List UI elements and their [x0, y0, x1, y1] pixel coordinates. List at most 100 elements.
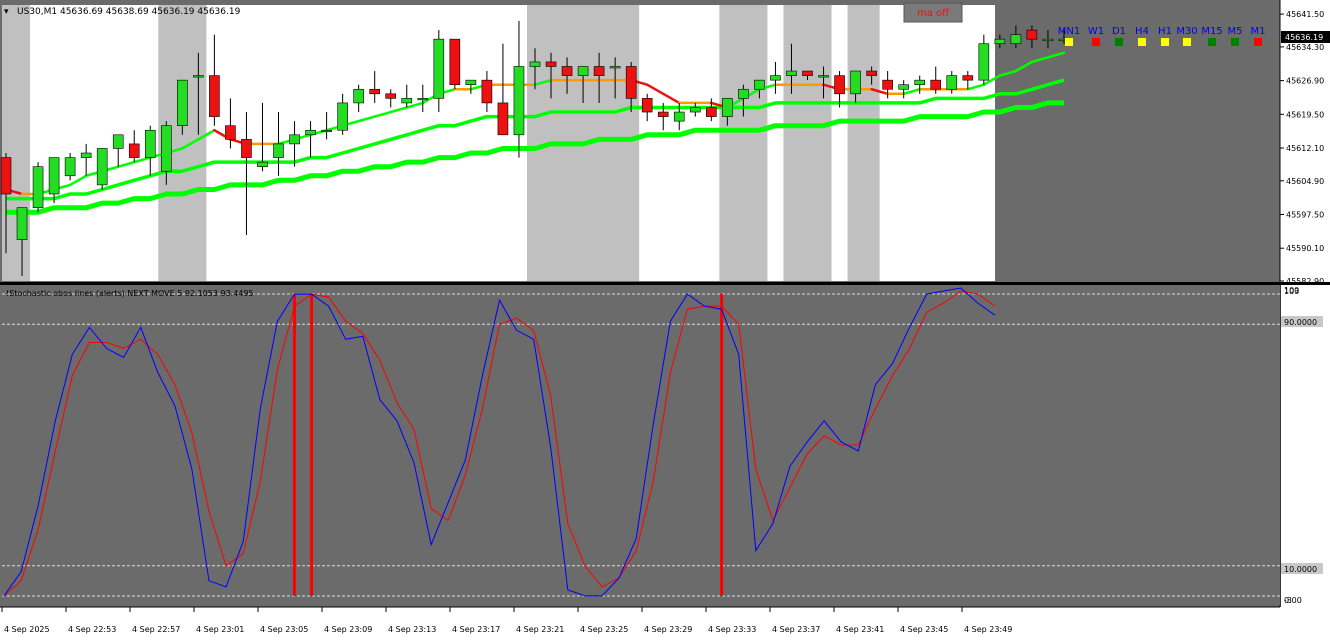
timeframe-status-square — [1161, 38, 1169, 46]
timeframe-status-square — [1183, 38, 1191, 46]
time-label: 4 Sep 22:53 — [68, 625, 116, 634]
time-label: 4 Sep 23:41 — [836, 625, 884, 634]
timeframe-status-square — [1138, 38, 1146, 46]
candle-body — [144, 129, 156, 158]
time-label: 4 Sep 23:09 — [324, 625, 372, 634]
candle-body — [641, 98, 653, 113]
candle-body — [706, 107, 717, 117]
time-label: 4 Sep 23:17 — [452, 625, 500, 634]
candle-body — [401, 98, 413, 104]
chart-menu-icon[interactable]: ▾ — [4, 7, 9, 17]
candle-body — [593, 66, 605, 76]
candle-body — [786, 70, 797, 76]
timeframe-label: H4 — [1135, 26, 1149, 37]
indicator-title: !Stochastic obos lines (alerts) NEXT MOV… — [6, 289, 254, 298]
timeframe-status-square — [1115, 38, 1123, 46]
candle-body — [48, 157, 60, 195]
candle-body — [161, 125, 172, 172]
price-tick-label: 45626.90 — [1286, 77, 1324, 86]
candle-body — [449, 38, 461, 86]
timeframe-label: D1 — [1112, 26, 1126, 37]
candle-body — [241, 139, 252, 158]
candle-body — [177, 79, 188, 126]
candle-body — [962, 75, 974, 81]
candle-body — [673, 111, 685, 122]
highlight-span — [847, 5, 880, 281]
candle-body — [946, 75, 958, 90]
price-tick-label: 45634.30 — [1286, 43, 1324, 52]
candle-body — [994, 38, 1006, 45]
candle-body — [193, 75, 204, 78]
timeframe-label: M30 — [1176, 26, 1197, 37]
timeframe-status-square — [1065, 38, 1073, 46]
candle-body — [433, 38, 445, 99]
ma-off-label: ma off — [917, 8, 950, 19]
candle-body — [257, 161, 268, 167]
indicator-axis-bottom-b: -3 — [1284, 596, 1292, 605]
price-tick-label: 45590.10 — [1286, 244, 1324, 253]
timeframe-label: MN1 — [1058, 26, 1080, 37]
candle-body — [657, 111, 669, 117]
timeframe-label: H1 — [1158, 26, 1172, 37]
highlight-span — [719, 5, 768, 281]
chart-window[interactable]: 45641.50 45634.30 45626.90 45619.50 45612.10… — [0, 0, 1330, 640]
price-tick-label: 45612.10 — [1286, 144, 1324, 153]
candle-body — [64, 157, 76, 177]
candle-body — [545, 61, 557, 67]
candle-body — [273, 143, 284, 158]
candle-body — [80, 152, 92, 158]
candle-body — [321, 129, 332, 133]
price-tick-label: 45641.50 — [1286, 10, 1324, 19]
candle-body — [625, 66, 637, 99]
candle-body — [930, 79, 942, 90]
time-label: 4 Sep 23:45 — [900, 625, 948, 634]
candle-body — [112, 134, 124, 149]
candle-body — [1042, 38, 1054, 41]
candle-body — [1010, 34, 1022, 45]
candle-body — [738, 88, 749, 99]
candle-body — [577, 66, 589, 76]
timeframe-label: M15 — [1201, 26, 1222, 37]
candle-body — [978, 43, 990, 81]
candle-body — [882, 79, 893, 90]
pane-separator[interactable] — [0, 282, 1330, 285]
indicator-pane-plot[interactable] — [2, 285, 1280, 605]
candle-body — [289, 134, 300, 145]
candle-body — [834, 75, 845, 95]
timeframe-status-square — [1254, 38, 1262, 46]
candle-body — [16, 207, 28, 240]
price-axis-ticks: 45641.50 45634.30 45626.90 45619.50 45612.10… — [1280, 10, 1324, 286]
price-tick-label: 45597.50 — [1286, 211, 1324, 220]
symbol-header: US30,M1 45636.69 45638.69 45636.19 45636… — [17, 7, 241, 17]
candle-body — [305, 129, 316, 136]
timeframe-status-square — [1092, 38, 1100, 46]
time-label: 4 Sep 2025 — [4, 625, 50, 634]
candle-body — [561, 66, 573, 76]
candle-body — [417, 98, 429, 101]
timeframe-status-square — [1231, 38, 1239, 46]
candle-body — [850, 70, 861, 95]
candle-body — [802, 70, 813, 76]
candle-body — [353, 88, 364, 104]
time-label: 4 Sep 23:29 — [644, 625, 692, 634]
candle-body — [385, 93, 397, 99]
time-label: 4 Sep 23:01 — [196, 625, 244, 634]
time-label: 4 Sep 23:37 — [772, 625, 820, 634]
candle-body — [754, 79, 765, 90]
time-label: 4 Sep 23:13 — [388, 625, 436, 634]
candle-body — [770, 75, 781, 81]
candle-body — [481, 79, 493, 104]
price-tick-label: 45604.90 — [1286, 177, 1324, 186]
level-low-label: 10.0000 — [1284, 565, 1317, 574]
candle-body — [866, 70, 877, 76]
candle-body — [689, 107, 701, 113]
time-label: 4 Sep 22:57 — [132, 625, 180, 634]
candle-body — [128, 143, 140, 158]
timeframe-status-square — [1208, 38, 1216, 46]
candle-body — [32, 166, 44, 208]
candle-body — [369, 88, 380, 95]
candle-body — [497, 102, 509, 136]
timeframe-label: M5 — [1228, 26, 1243, 37]
time-label: 4 Sep 23:21 — [516, 625, 564, 634]
level-high-label: 90.0000 — [1284, 318, 1317, 327]
